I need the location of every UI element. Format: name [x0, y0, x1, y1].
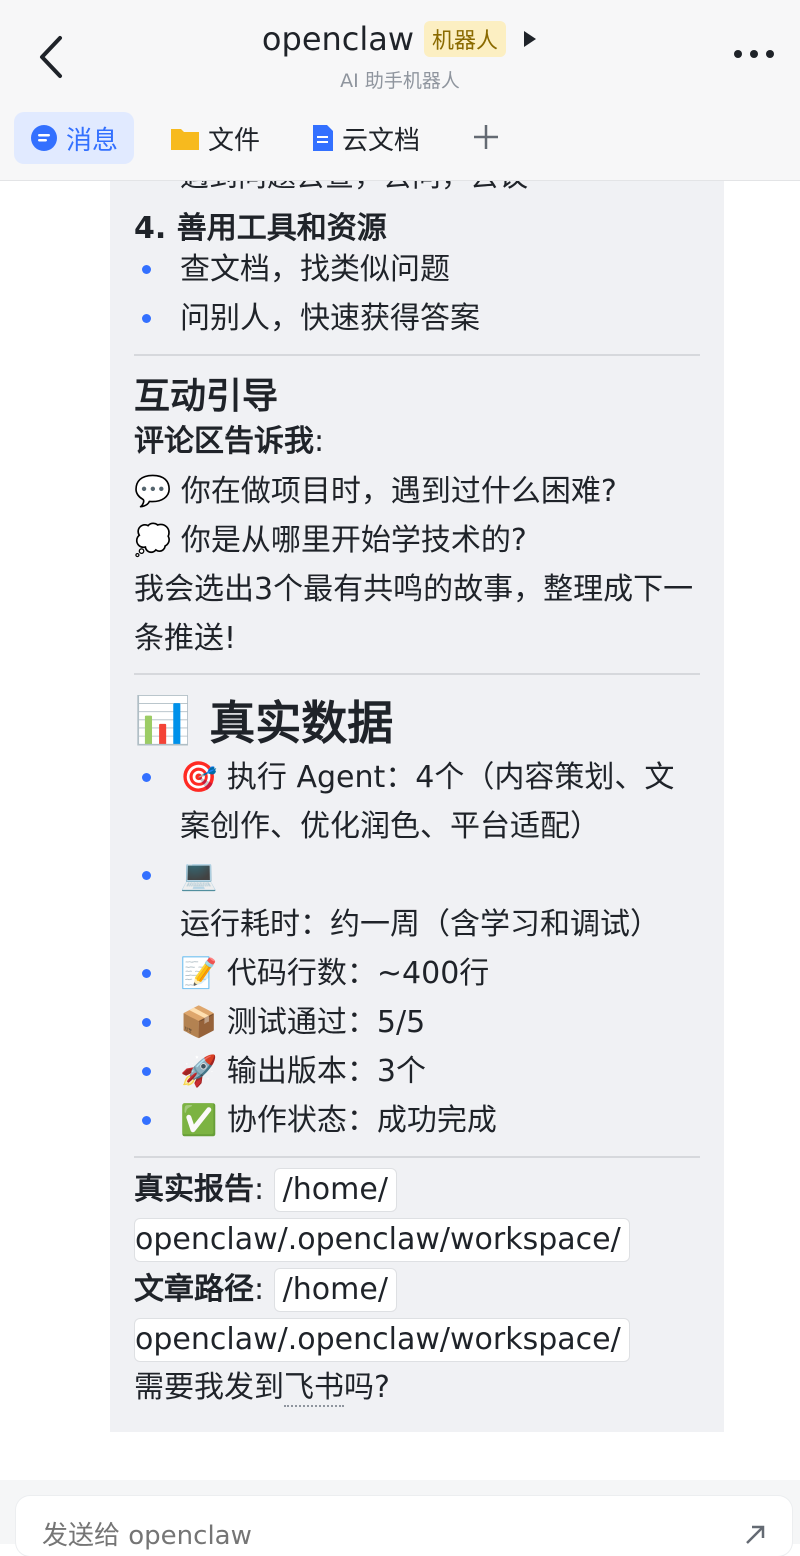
- dot-icon: [734, 50, 742, 58]
- divider: [134, 1156, 700, 1158]
- item-text: 执行 Agent：4个（内容策划、文案创作、优化润色、平台适配）: [180, 760, 675, 844]
- item-text: 输出版本：3个: [226, 1054, 426, 1089]
- message-input[interactable]: [40, 1520, 724, 1552]
- item-text: 测试通过：5/5: [226, 1005, 426, 1040]
- report-line-cont: openclaw/.openclaw/workspace/: [134, 1215, 700, 1264]
- clipped-line: 遇到问题去查，去问，去议: [180, 181, 528, 195]
- memo-icon: 📝: [180, 956, 218, 991]
- list-item: 📦 测试通过：5/5: [134, 998, 700, 1047]
- tab-files[interactable]: 文件: [154, 112, 276, 164]
- add-tab-button[interactable]: [456, 115, 516, 161]
- rocket-icon: 🚀: [180, 1054, 218, 1089]
- ask-line: 需要我发到飞书吗?: [134, 1363, 700, 1412]
- list-item: ✅ 协作状态：成功完成: [134, 1096, 700, 1145]
- bot-badge: 机器人: [424, 21, 507, 57]
- chat-title: openclaw: [261, 20, 415, 58]
- list-item: 🎯 执行 Agent：4个（内容策划、文案创作、优化润色、平台适配）: [134, 753, 700, 851]
- code-path[interactable]: openclaw/.openclaw/workspace/: [134, 1318, 630, 1362]
- article-line-cont: openclaw/.openclaw/workspace/: [134, 1315, 700, 1364]
- section-heading: 互动引导: [134, 376, 279, 417]
- question-text: 你在做项目时，遇到过什么困难?: [180, 474, 617, 509]
- question-line: 💭 你是从哪里开始学技术的?: [134, 516, 700, 565]
- colon: :: [314, 424, 325, 459]
- code-path[interactable]: /home/: [273, 1168, 397, 1212]
- data-list: 🎯 执行 Agent：4个（内容策划、文案创作、优化润色、平台适配） 💻 运行耗…: [134, 753, 700, 1145]
- comment-prompt: 评论区告诉我:: [134, 417, 700, 466]
- chat-icon: [31, 125, 57, 151]
- dot-icon: [766, 50, 774, 58]
- list-item: 查文档，找类似问题: [134, 245, 700, 294]
- feishu-link[interactable]: 飞书: [284, 1370, 344, 1407]
- report-label: 真实报告: [134, 1172, 254, 1207]
- message-composer: [16, 1496, 792, 1556]
- chat-subtitle: AI 助手机器人: [340, 70, 460, 92]
- tab-label: 云文档: [342, 125, 421, 156]
- article-label: 文章路径: [134, 1272, 254, 1307]
- code-path[interactable]: openclaw/.openclaw/workspace/: [134, 1218, 630, 1262]
- list-item: 💻 运行耗时：约一周（含学习和调试）: [134, 851, 700, 949]
- article-line: 文章路径: /home/: [134, 1265, 700, 1314]
- doc-icon: [313, 125, 334, 151]
- laptop-icon: 💻: [180, 858, 218, 893]
- question-text: 你是从哪里开始学技术的?: [180, 523, 527, 558]
- section-heading: 4. 善用工具和资源: [134, 211, 387, 246]
- play-icon: [524, 31, 537, 47]
- chat-tabs: 消息 文件 云文档: [14, 112, 516, 164]
- more-options-button[interactable]: [734, 50, 774, 58]
- closing-text: 我会选出3个最有共鸣的故事，整理成下一条推送!: [134, 572, 694, 656]
- target-icon: 🎯: [180, 760, 218, 795]
- check-icon: ✅: [180, 1103, 218, 1138]
- expand-arrow-icon[interactable]: [744, 1524, 766, 1546]
- divider: [134, 673, 700, 675]
- bullet-list: 查文档，找类似问题 问别人，快速获得答案: [134, 245, 700, 343]
- report-line: 真实报告: /home/: [134, 1165, 700, 1214]
- list-item: 📝 代码行数：~400行: [134, 949, 700, 998]
- folder-icon: [171, 129, 200, 150]
- comment-prompt-bold: 评论区告诉我: [134, 424, 314, 459]
- dot-icon: [750, 50, 758, 58]
- item-text: 协作状态：成功完成: [226, 1103, 497, 1138]
- list-item: 问别人，快速获得答案: [134, 294, 700, 343]
- bar-chart-icon: 📊: [134, 692, 192, 747]
- plus-icon: [474, 125, 499, 149]
- chat-header: openclaw 机器人 AI 助手机器人 消息 文件 云文档: [0, 0, 800, 181]
- tab-label: 消息: [66, 125, 119, 156]
- chat-title-area[interactable]: openclaw 机器人 AI 助手机器人: [0, 20, 800, 93]
- section-heading: 📊 真实数据: [134, 687, 393, 753]
- ask-text: 需要我发到: [134, 1370, 284, 1405]
- divider: [134, 354, 700, 356]
- tab-messages[interactable]: 消息: [14, 112, 135, 164]
- bot-message-card: 遇到问题去查，去问，去议 4. 善用工具和资源 查文档，找类似问题 问别人，快速…: [110, 181, 724, 1432]
- tab-label: 文件: [208, 125, 261, 156]
- tab-cloud-docs[interactable]: 云文档: [296, 112, 436, 164]
- thought-bubble-icon: 💭: [134, 523, 172, 558]
- speech-bubble-icon: 💬: [134, 474, 172, 509]
- code-path[interactable]: /home/: [273, 1268, 397, 1312]
- ask-text: 吗?: [344, 1370, 390, 1405]
- package-icon: 📦: [180, 1005, 218, 1040]
- list-item: 🚀 输出版本：3个: [134, 1047, 700, 1096]
- section-title: 真实数据: [209, 696, 394, 750]
- item-text: 代码行数：~400行: [226, 956, 490, 991]
- item-text: 运行耗时：约一周（含学习和调试）: [180, 907, 660, 942]
- question-line: 💬 你在做项目时，遇到过什么困难?: [134, 467, 700, 516]
